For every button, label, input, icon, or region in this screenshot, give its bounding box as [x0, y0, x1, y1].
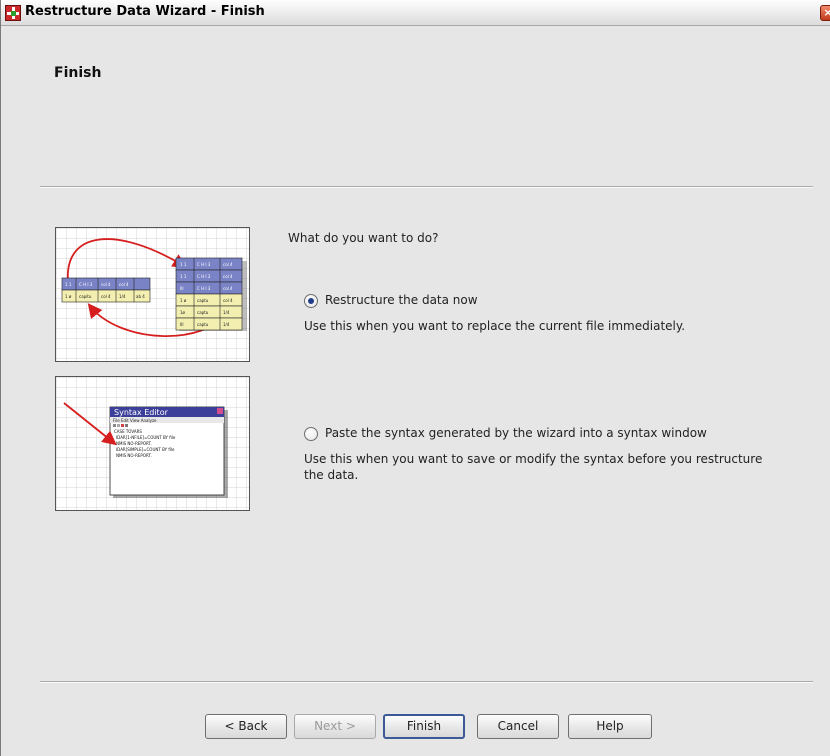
- svg-text:1/4: 1/4: [223, 310, 230, 315]
- title-bar[interactable]: Restructure Data Wizard - Finish ×: [1, 0, 830, 26]
- svg-text:1 ø: 1 ø: [180, 298, 187, 303]
- svg-text:captu: captu: [197, 322, 209, 327]
- svg-text:captu: captu: [197, 310, 209, 315]
- spss-icon: [5, 5, 21, 21]
- svg-text:col 4: col 4: [101, 282, 111, 287]
- svg-text:col 4: col 4: [223, 298, 233, 303]
- back-button[interactable]: < Back: [205, 714, 287, 739]
- svg-text:col 4: col 4: [119, 282, 129, 287]
- svg-text:C H I 3: C H I 3: [79, 282, 93, 287]
- paste-syntax-radio[interactable]: [304, 427, 318, 441]
- svg-text:III: III: [180, 322, 184, 327]
- restructure-now-description: Use this when you want to replace the cu…: [304, 319, 686, 333]
- svg-text:Syntax Editor: Syntax Editor: [114, 408, 169, 417]
- svg-text:captu: captu: [197, 298, 209, 303]
- next-button[interactable]: Next >: [294, 714, 376, 739]
- svg-text:NMIS NO-REPORT.: NMIS NO-REPORT.: [116, 441, 152, 446]
- restructure-now-label[interactable]: Restructure the data now: [325, 293, 478, 307]
- close-icon[interactable]: ×: [820, 5, 830, 21]
- paste-syntax-label[interactable]: Paste the syntax generated by the wizard…: [325, 426, 707, 440]
- svg-text:C H I 3: C H I 3: [197, 274, 211, 279]
- svg-text:1 1: 1 1: [180, 262, 187, 267]
- svg-text:IDAR[1-NFILE]=COUNT BY file: IDAR[1-NFILE]=COUNT BY file: [116, 435, 176, 440]
- svg-text:1 ø: 1 ø: [65, 294, 72, 299]
- finish-button[interactable]: Finish: [383, 714, 465, 739]
- svg-text:col 4: col 4: [223, 274, 233, 279]
- svg-text:1/4: 1/4: [223, 322, 230, 327]
- wizard-header: Finish: [1, 27, 830, 187]
- syntax-illustration: Syntax Editor File Edit View Analyze CAS…: [55, 376, 250, 511]
- header-divider: [40, 186, 813, 188]
- svg-text:col 4: col 4: [223, 262, 233, 267]
- svg-text:col 4: col 4: [223, 286, 233, 291]
- cancel-button[interactable]: Cancel: [477, 714, 559, 739]
- svg-text:1 1: 1 1: [65, 282, 72, 287]
- help-button[interactable]: Help: [568, 714, 652, 739]
- svg-text:III: III: [180, 286, 184, 291]
- svg-text:col 4: col 4: [101, 294, 111, 299]
- footer-divider: [40, 681, 813, 683]
- svg-text:C H I 3: C H I 3: [197, 286, 211, 291]
- svg-text:1ø: 1ø: [180, 310, 186, 315]
- svg-text:1/4: 1/4: [119, 294, 126, 299]
- svg-text:ab 4: ab 4: [136, 294, 145, 299]
- svg-text:CASE TOVARS: CASE TOVARS: [114, 429, 142, 434]
- paste-syntax-description: Use this when you want to save or modify…: [304, 452, 763, 482]
- page-title: Finish: [54, 65, 102, 81]
- svg-text:capitu: capitu: [79, 294, 92, 299]
- question-prompt: What do you want to do?: [288, 231, 439, 245]
- svg-text:IDAR[SIMPLE]=COUNT BY file: IDAR[SIMPLE]=COUNT BY file: [116, 447, 175, 452]
- restructure-data-wizard-window: Restructure Data Wizard - Finish × Finis…: [0, 0, 830, 756]
- window-title: Restructure Data Wizard - Finish: [25, 4, 265, 19]
- svg-text:C H I 3: C H I 3: [197, 262, 211, 267]
- svg-text:NMIS NO-REPORT.: NMIS NO-REPORT.: [116, 453, 152, 458]
- restructure-now-radio[interactable]: [304, 294, 318, 308]
- svg-text:1 1: 1 1: [180, 274, 187, 279]
- restructure-illustration: 1 1 C H I 3 col 4 col 4 1 ø capitu col 4 1/4…: [55, 227, 250, 362]
- svg-text:File Edit View Analyze: File Edit View Analyze: [113, 418, 157, 423]
